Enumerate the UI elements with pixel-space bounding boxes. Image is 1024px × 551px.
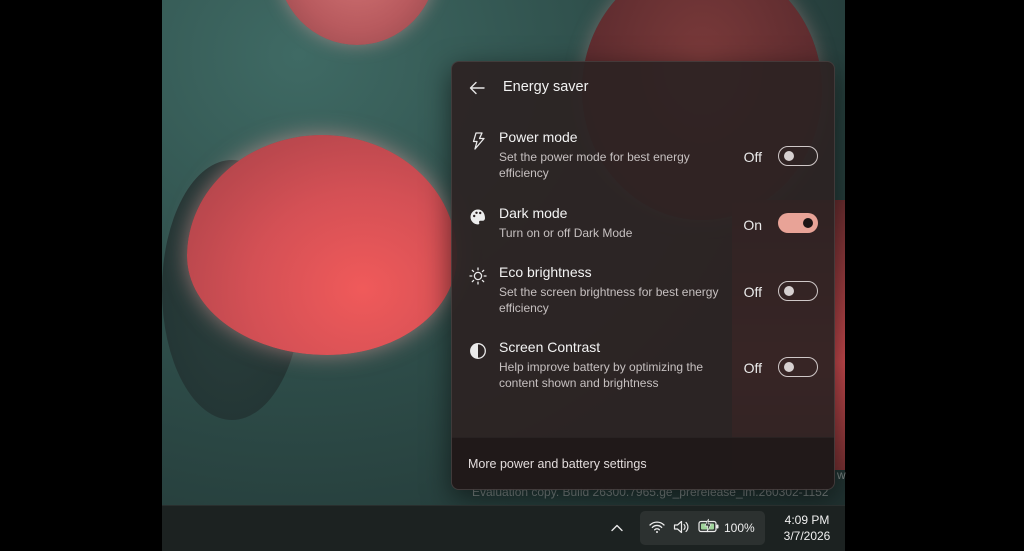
toggle-knob	[784, 286, 794, 296]
setting-name: Eco brightness	[499, 264, 592, 280]
setting-name: Dark mode	[499, 205, 568, 221]
toggle-knob	[784, 362, 794, 372]
taskbar: 100% 4:09 PM 3/7/2026	[162, 505, 845, 551]
chevron-up-icon	[611, 524, 623, 532]
watermark-fragment: w	[837, 468, 846, 482]
setting-state: On	[743, 217, 762, 233]
setting-name: Screen Contrast	[499, 339, 601, 355]
show-hidden-icons-button[interactable]	[608, 519, 626, 537]
flyout-footer: More power and battery settings	[452, 437, 834, 489]
palette-icon	[468, 207, 488, 227]
setting-dark-mode: Dark mode Turn on or off Dark Mode On	[452, 205, 834, 241]
setting-state: Off	[743, 360, 762, 376]
clock[interactable]: 4:09 PM 3/7/2026	[772, 512, 842, 544]
clock-date: 3/7/2026	[783, 529, 831, 543]
battery-charging-icon	[698, 518, 719, 533]
eco-brightness-toggle[interactable]	[778, 281, 818, 301]
setting-state: Off	[743, 284, 762, 300]
setting-eco-brightness: Eco brightness Set the screen brightness…	[452, 264, 834, 315]
setting-state: Off	[743, 149, 762, 165]
power-mode-toggle[interactable]	[778, 146, 818, 166]
screen-contrast-toggle[interactable]	[778, 357, 818, 377]
toggle-knob	[803, 218, 813, 228]
toggle-knob	[784, 151, 794, 161]
sun-icon	[468, 266, 488, 286]
wifi-icon	[649, 521, 665, 533]
volume-icon	[673, 520, 689, 534]
battery-percentage: 100%	[724, 521, 755, 535]
clock-time: 4:09 PM	[784, 513, 830, 527]
contrast-icon	[468, 341, 488, 361]
setting-description: Set the screen brightness for best energ…	[499, 285, 719, 315]
setting-description: Help improve battery by optimizing the c…	[499, 360, 704, 390]
lightning-icon	[468, 131, 488, 151]
quick-settings-button[interactable]: 100%	[640, 511, 765, 545]
wallpaper-shape	[277, 0, 437, 45]
setting-description: Turn on or off Dark Mode	[499, 226, 633, 240]
setting-power-mode: Power mode Set the power mode for best e…	[452, 129, 834, 180]
energy-saver-flyout: Energy saver Power mode Set the power mo…	[451, 61, 835, 490]
dark-mode-toggle[interactable]	[778, 213, 818, 233]
flyout-title: Energy saver	[503, 79, 589, 95]
setting-screen-contrast: Screen Contrast Help improve battery by …	[452, 339, 834, 390]
flyout-header: Energy saver	[452, 62, 834, 112]
back-button[interactable]	[464, 76, 490, 100]
more-power-settings-link[interactable]: More power and battery settings	[468, 457, 647, 471]
back-arrow-icon	[469, 81, 485, 95]
setting-description: Set the power mode for best energy effic…	[499, 150, 690, 180]
wallpaper-shape	[187, 135, 457, 355]
setting-name: Power mode	[499, 129, 578, 145]
